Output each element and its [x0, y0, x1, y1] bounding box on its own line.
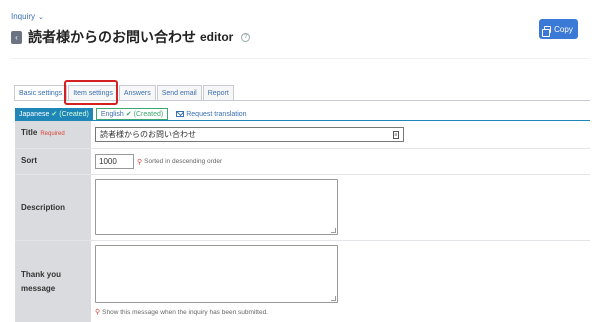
language-status: (Created): [59, 110, 89, 118]
thankyou-hint: ⚲ Show this message when the inquiry has…: [95, 308, 586, 317]
sort-field-cell: 1000 ⚲ Sorted in descending order: [91, 149, 590, 174]
thankyou-field-cell: ⚲ Show this message when the inquiry has…: [91, 241, 590, 322]
thankyou-label-text: Thank you message: [21, 269, 62, 293]
copy-button[interactable]: Copy: [539, 19, 578, 39]
request-translation-label: Request translation: [186, 110, 247, 118]
settings-form: Title Required 読者様からのお問い合わせ ≡ Sort 1000 ⚲…: [15, 121, 590, 322]
language-name: Japanese: [19, 110, 50, 118]
tab-bar: Basic settings Item settings Answers Sen…: [14, 85, 235, 100]
copy-button-label: Copy: [554, 24, 573, 34]
breadcrumb[interactable]: Inquiry ⌄: [11, 12, 44, 21]
required-badge: Required: [40, 131, 65, 137]
description-textarea[interactable]: [95, 179, 338, 235]
language-tab-japanese[interactable]: Japanese ✔ (Created): [15, 108, 93, 120]
breadcrumb-label: Inquiry: [11, 12, 36, 21]
highlight-annotation: [64, 80, 118, 105]
check-icon: ✔: [125, 111, 132, 118]
form-row-sort: Sort 1000 ⚲ Sorted in descending order: [15, 149, 590, 175]
envelope-icon: [176, 111, 185, 117]
tab-report[interactable]: Report: [202, 85, 234, 100]
check-icon: ✔: [51, 111, 58, 118]
sort-hint: ⚲ Sorted in descending order: [137, 158, 222, 166]
page-title-text: 読者様からのお問い合わせ: [28, 29, 196, 45]
title-label-text: Title: [21, 128, 38, 137]
language-status: (Created): [133, 110, 164, 118]
description-field-cell: [91, 175, 590, 240]
language-tab-english[interactable]: English ✔ (Created): [95, 108, 169, 120]
thankyou-hint-text: Show this message when the inquiry has b…: [102, 308, 268, 316]
form-row-thankyou: Thank you message ⚲ Show this message wh…: [15, 241, 590, 322]
form-row-title: Title Required 読者様からのお問い合わせ ≡: [15, 121, 590, 149]
back-button[interactable]: ‹: [11, 31, 22, 44]
tab-basic-settings[interactable]: Basic settings: [14, 85, 68, 100]
thankyou-textarea[interactable]: [95, 245, 338, 303]
title-label: Title Required: [15, 121, 91, 148]
title-field-cell: 読者様からのお問い合わせ ≡: [91, 121, 590, 148]
sort-label: Sort: [15, 149, 91, 174]
description-label: Description: [15, 175, 91, 240]
form-row-description: Description: [15, 175, 590, 241]
title-input[interactable]: 読者様からのお問い合わせ ≡: [95, 127, 404, 142]
language-name: English: [100, 110, 124, 118]
request-translation-link[interactable]: Request translation: [176, 110, 247, 118]
translate-doc-icon[interactable]: ≡: [393, 130, 399, 139]
tab-answers[interactable]: Answers: [118, 85, 156, 100]
sort-hint-text: Sorted in descending order: [144, 158, 223, 165]
tab-send-email[interactable]: Send email: [156, 85, 202, 100]
language-bar: Japanese ✔ (Created) English ✔ (Created)…: [15, 108, 247, 120]
help-icon[interactable]: ?: [241, 32, 251, 42]
title-input-value: 読者様からのお問い合わせ: [100, 130, 196, 139]
chevron-left-icon: ‹: [15, 33, 18, 42]
header-divider: [11, 58, 589, 59]
sort-input[interactable]: 1000: [95, 154, 134, 169]
page-title-suffix: editor: [200, 30, 234, 44]
thankyou-label: Thank you message: [15, 241, 91, 322]
copy-icon: [542, 25, 552, 37]
page-title: 読者様からのお問い合わせ editor ?: [28, 27, 251, 47]
chevron-down-icon: ⌄: [38, 13, 44, 21]
pin-icon: ⚲: [137, 158, 143, 166]
pin-icon: ⚲: [95, 309, 101, 316]
